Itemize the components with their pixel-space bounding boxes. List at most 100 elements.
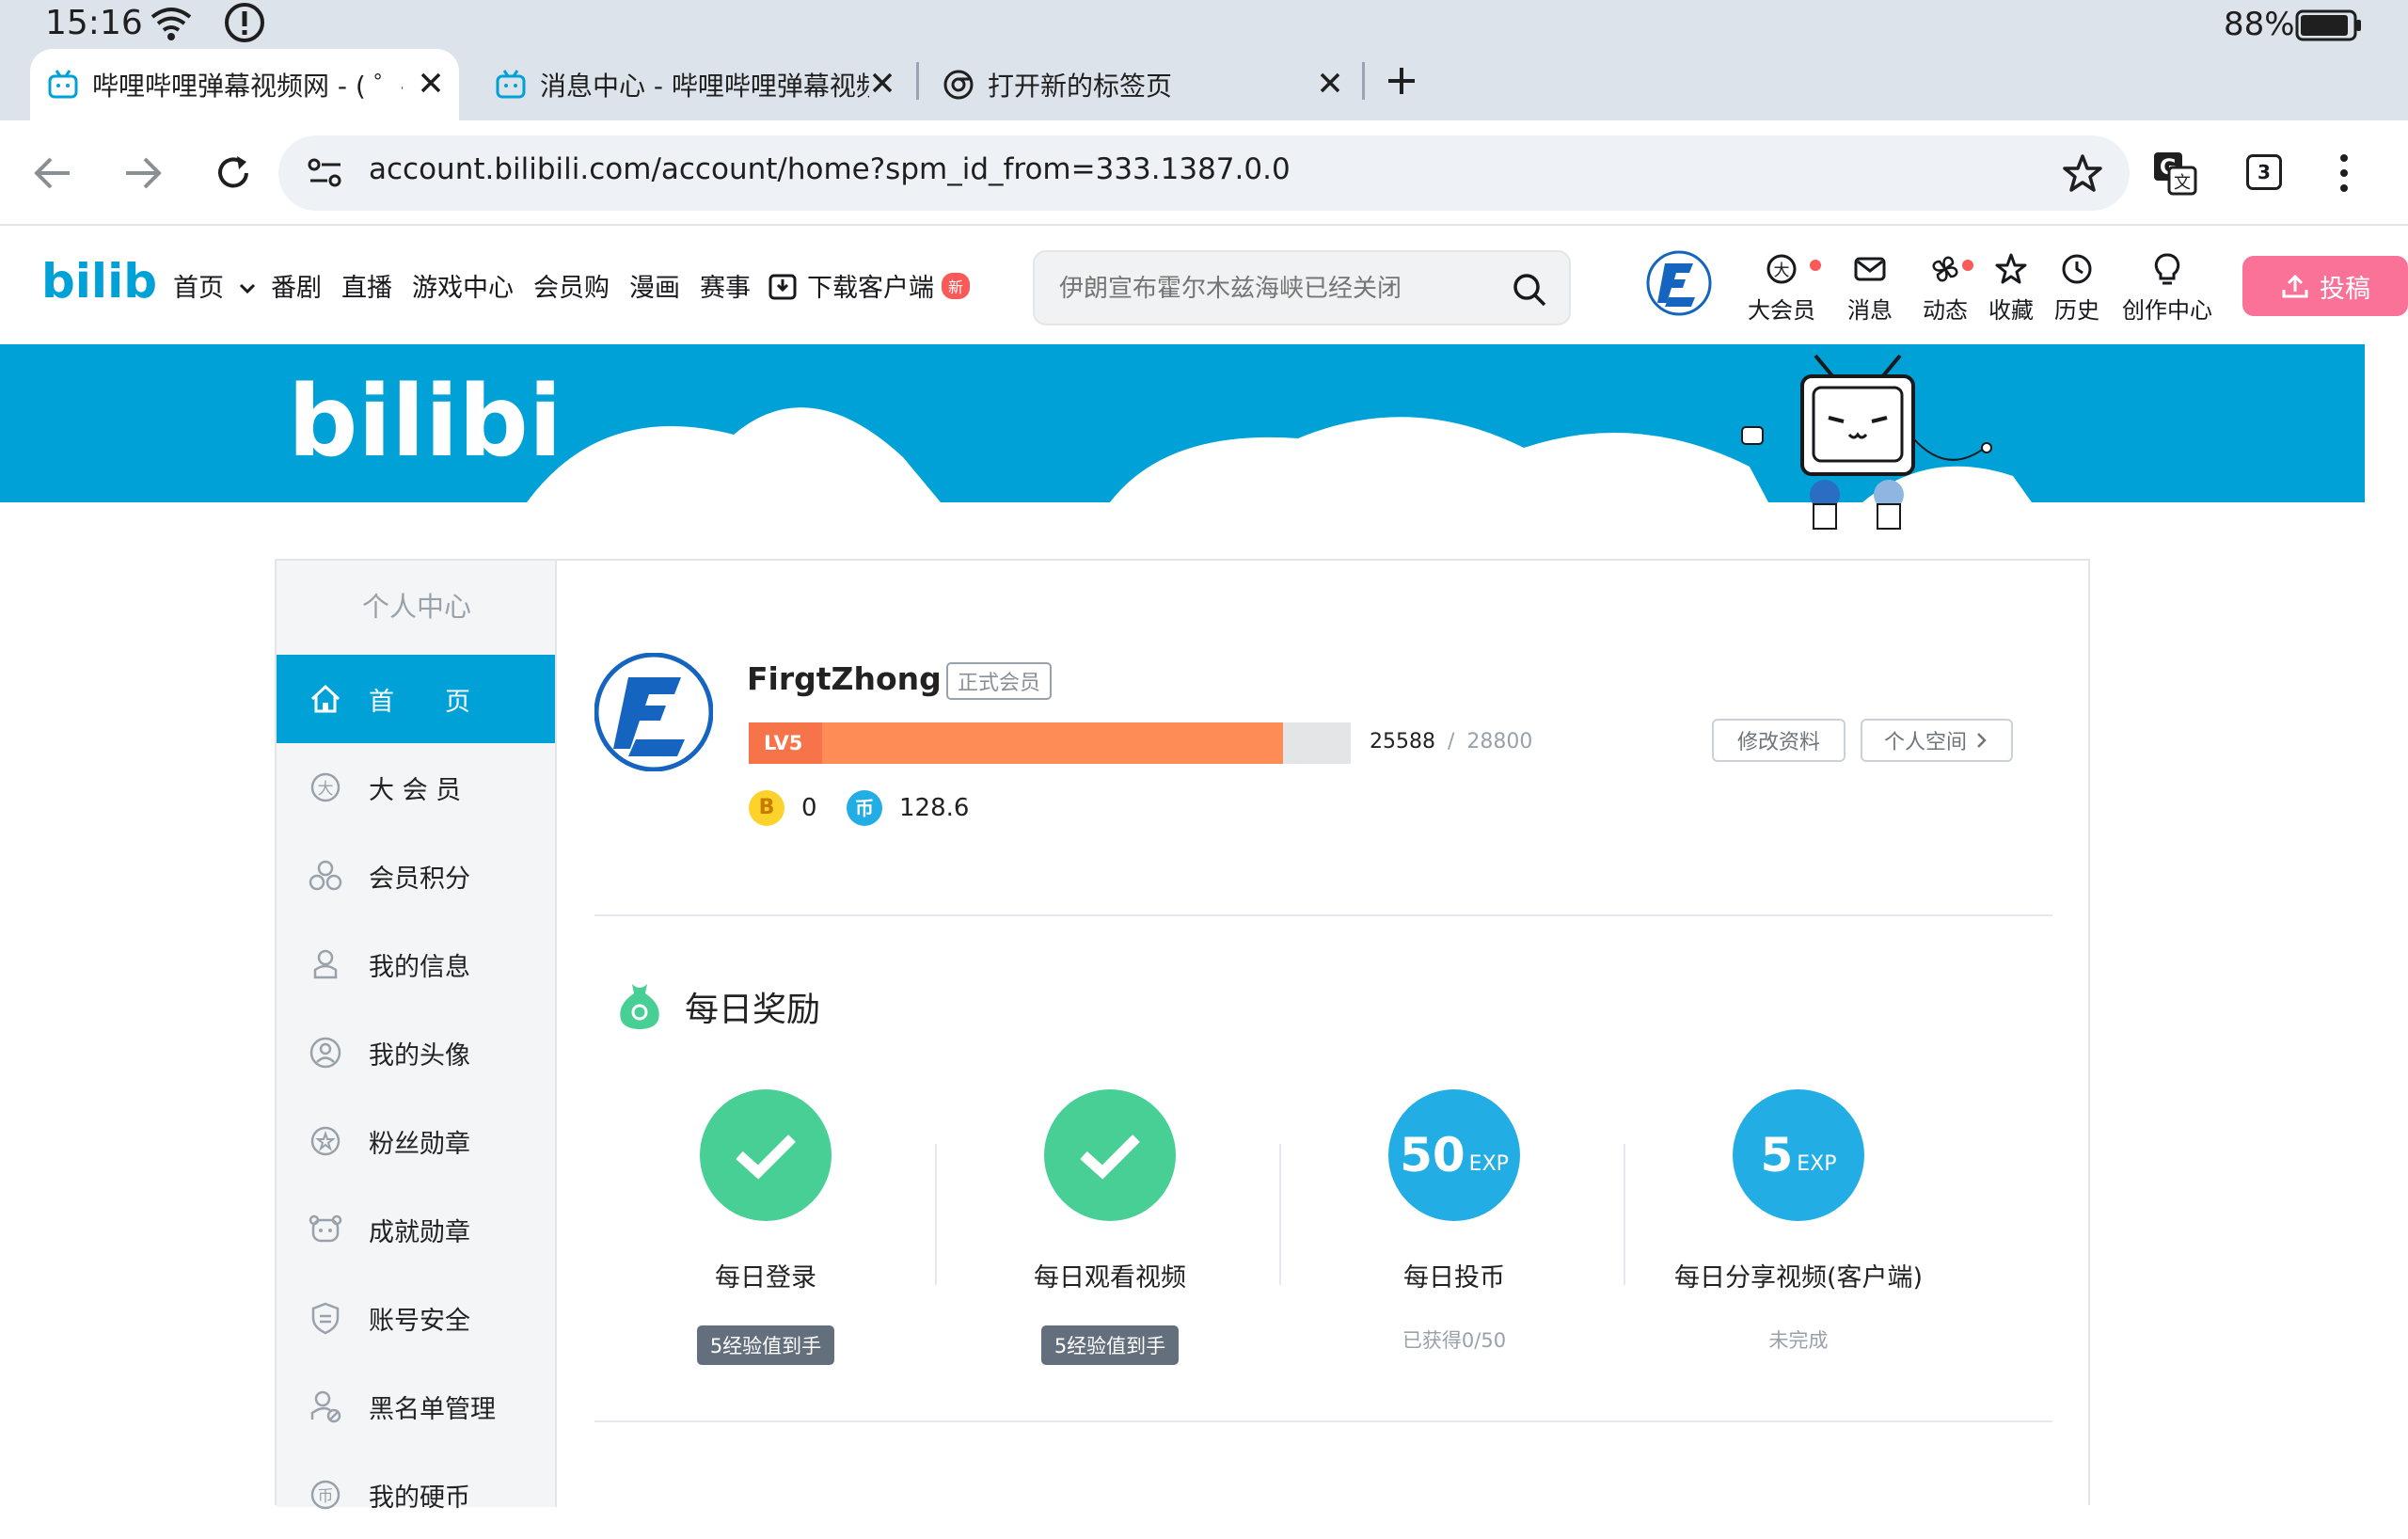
tab-new-tab[interactable]: 打开新的标签页	[926, 49, 1358, 120]
money-bag-icon	[620, 984, 659, 1029]
nav-download-client[interactable]: 下载客户端 新	[768, 267, 971, 304]
header-action-label: 历史	[2054, 297, 2099, 324]
url-text[interactable]: account.bilibili.com/account/home?spm_id…	[369, 152, 1291, 186]
home-icon	[310, 684, 341, 713]
search-input[interactable]	[1059, 271, 1492, 307]
nav-home[interactable]: 首页	[173, 267, 257, 304]
tab-switcher-button[interactable]: 3	[2246, 154, 2282, 190]
alert-icon	[225, 3, 264, 42]
personal-space-button[interactable]: 个人空间	[1861, 719, 2013, 762]
sidebar-item-label: 我的硬币	[369, 1483, 470, 1513]
exp-text: 25588 / 28800	[1370, 730, 1532, 754]
nav-bangumi[interactable]: 番剧	[271, 267, 322, 304]
user-icon	[313, 949, 338, 979]
bilibili-logo[interactable]: bilibili	[41, 252, 160, 309]
level-progress-fill	[749, 722, 1284, 764]
nav-live[interactable]: 直播	[341, 267, 392, 304]
tab-bilibili-home[interactable]: 哔哩哔哩弹幕视频网 - ( ゜- ゜	[30, 49, 459, 120]
tab-separator	[916, 62, 919, 100]
exp-separator: /	[1448, 730, 1455, 754]
close-icon[interactable]	[414, 66, 448, 100]
reload-icon[interactable]	[213, 152, 254, 194]
exp-amount: 5	[1760, 1128, 1794, 1182]
nav-esports[interactable]: 赛事	[700, 267, 751, 304]
reward-label: 每日观看视频	[1034, 1263, 1186, 1293]
nav-manga[interactable]: 漫画	[629, 267, 680, 304]
sidebar-item-label: 我的信息	[369, 952, 470, 982]
logo-text: bilibili	[41, 254, 160, 309]
check-icon	[736, 1134, 796, 1180]
omnibox[interactable]: account.bilibili.com/account/home?spm_id…	[278, 135, 2130, 211]
search-box[interactable]	[1033, 250, 1571, 325]
header-favorites-button[interactable]: 收藏	[1973, 252, 2049, 325]
battery-percent: 88%	[2224, 6, 2295, 43]
coin-value: 128.6	[899, 794, 970, 822]
search-icon[interactable]	[1511, 271, 1548, 309]
pinwheel-icon	[1932, 256, 1958, 282]
close-icon[interactable]	[865, 66, 899, 100]
site-settings-icon[interactable]	[307, 156, 344, 190]
edit-profile-button[interactable]: 修改资料	[1712, 719, 1846, 762]
daily-reward-title: 每日奖励	[685, 991, 821, 1029]
sidebar-item-fan-medal[interactable]: 粉丝勋章	[277, 1097, 555, 1185]
tab-message-center[interactable]: 消息中心 - 哔哩哔哩弹幕视频	[478, 49, 911, 120]
wifi-icon	[150, 8, 192, 40]
sidebar-item-blacklist[interactable]: 黑名单管理	[277, 1362, 555, 1451]
reward-done-badge	[1044, 1089, 1176, 1221]
nav-game-center[interactable]: 游戏中心	[412, 267, 514, 304]
reward-separator	[1279, 1144, 1281, 1285]
more-menu-icon[interactable]	[2337, 152, 2352, 194]
lightbulb-icon	[2154, 253, 2180, 285]
header-action-label: 大会员	[1748, 297, 1815, 324]
sidebar-item-label: 账号安全	[369, 1306, 470, 1336]
browser-toolbar: account.bilibili.com/account/home?spm_id…	[0, 120, 2408, 226]
sidebar-item-vip[interactable]: 大 大 会 员	[277, 743, 555, 832]
avatar[interactable]	[1646, 250, 1712, 316]
translate-icon[interactable]: G 文	[2152, 151, 2197, 196]
header-vip-button[interactable]: 大 大会员	[1744, 252, 1821, 325]
new-tab-plus-icon[interactable]	[1383, 62, 1420, 100]
bilibili-tv-icon	[48, 70, 78, 99]
reward-exp-badge: 50 EXP	[1388, 1089, 1520, 1221]
battery-icon	[2295, 9, 2361, 41]
notification-dot	[1810, 260, 1821, 271]
b-coin-value: 0	[801, 794, 817, 822]
header-dynamic-button[interactable]: 动态	[1908, 252, 1983, 325]
sidebar-item-points[interactable]: 会员积分	[277, 832, 555, 920]
upload-button[interactable]: 投稿	[2242, 256, 2408, 316]
close-icon[interactable]	[1313, 66, 1347, 100]
sidebar-item-my-avatar[interactable]: 我的头像	[277, 1008, 555, 1097]
chevron-down-icon	[239, 283, 255, 294]
header-creator-center-button[interactable]: 创作中心	[2113, 252, 2222, 325]
level-progress-bar: LV5	[749, 722, 1351, 764]
mail-icon	[1854, 257, 1886, 281]
sidebar-item-security[interactable]: 账号安全	[277, 1274, 555, 1362]
member-tag: 正式会员	[946, 662, 1053, 700]
reward-daily-watch: 每日观看视频 5经验值到手	[941, 1089, 1279, 1365]
svg-text:大: 大	[318, 780, 334, 799]
svg-text:币: 币	[318, 1487, 334, 1506]
profile-avatar[interactable]	[594, 653, 713, 771]
tv-mascot-icon	[1741, 354, 1992, 530]
reward-status: 已获得0/50	[1402, 1329, 1507, 1352]
sidebar-item-achievement[interactable]: 成就勋章	[277, 1185, 555, 1274]
reward-status: 5经验值到手	[1040, 1325, 1180, 1365]
bookmark-star-icon[interactable]	[2062, 152, 2103, 194]
sidebar-item-home[interactable]: 首 页	[277, 655, 555, 743]
sidebar-item-my-coins[interactable]: 币 我的硬币	[277, 1451, 555, 1539]
shield-icon	[311, 1302, 340, 1335]
sidebar-item-label: 成就勋章	[369, 1217, 470, 1247]
b-coin-balance: B 0	[749, 790, 817, 826]
exp-current: 25588	[1370, 730, 1435, 754]
back-arrow-icon[interactable]	[32, 154, 73, 192]
forward-arrow-icon[interactable]	[122, 154, 164, 192]
header-message-button[interactable]: 消息	[1832, 252, 1908, 325]
svg-text:大: 大	[1774, 262, 1790, 280]
sidebar-item-my-info[interactable]: 我的信息	[277, 920, 555, 1008]
avatar-icon	[309, 1037, 341, 1069]
b-coin-icon: B	[749, 790, 784, 826]
tab-separator	[1362, 62, 1365, 100]
header-action-label: 创作中心	[2122, 297, 2212, 324]
header-history-button[interactable]: 历史	[2039, 252, 2115, 325]
nav-mall[interactable]: 会员购	[533, 267, 610, 304]
